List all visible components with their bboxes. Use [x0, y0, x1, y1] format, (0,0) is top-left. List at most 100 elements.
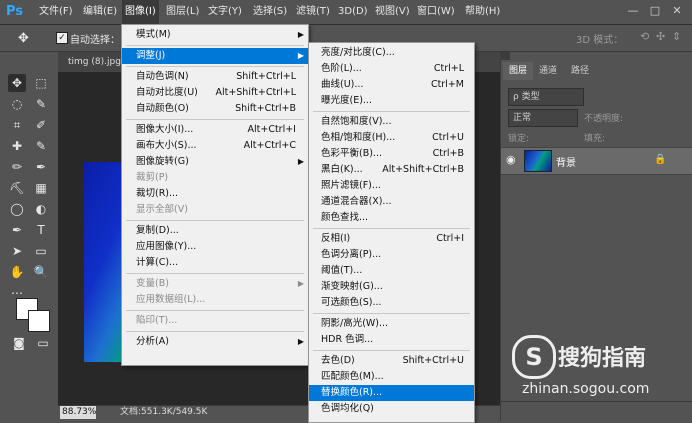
menu-item-shortcut: Shift+Ctrl+L: [236, 71, 296, 82]
dodge-tool-icon[interactable]: ◐: [32, 200, 50, 218]
visibility-eye-icon[interactable]: ◉: [506, 153, 516, 166]
close-icon[interactable]: ✕: [670, 4, 684, 18]
lasso-tool-icon[interactable]: ◌: [8, 95, 26, 113]
menu-item[interactable]: 自动色调(N) Shift+Ctrl+L: [122, 69, 308, 85]
menu-item[interactable]: 模式(M) ▶: [122, 27, 308, 43]
menu-item[interactable]: 图像大小(I)... Alt+Ctrl+I: [122, 122, 308, 138]
auto-select-checkbox[interactable]: ✓: [56, 32, 68, 44]
eyedropper-icon[interactable]: ✐: [32, 116, 50, 134]
menu-item[interactable]: 色相/饱和度(H)... Ctrl+U: [309, 130, 474, 146]
screen-mode-icon[interactable]: ▭: [34, 334, 52, 352]
menu-item-label: 图像大小(I)...: [136, 124, 194, 135]
brush-tool-icon[interactable]: ✎: [32, 137, 50, 155]
minimize-icon[interactable]: —: [626, 4, 640, 18]
menu-item[interactable]: 去色(D) Shift+Ctrl+U: [309, 353, 474, 369]
menu-item[interactable]: 色调分离(P)...: [309, 247, 474, 263]
3d-pan-icon[interactable]: ✣: [656, 30, 665, 43]
background-color-swatch[interactable]: [28, 310, 50, 332]
pen-tool-icon[interactable]: ✒: [8, 221, 26, 239]
menu-item[interactable]: 色阶(L)... Ctrl+L: [309, 61, 474, 77]
shape-tool-icon[interactable]: ▭: [32, 242, 50, 260]
menu-item[interactable]: 计算(C)...: [122, 255, 308, 271]
maximize-icon[interactable]: □: [648, 4, 662, 18]
submenu-arrow-icon: ▶: [297, 337, 304, 346]
menu-item[interactable]: 自动对比度(U) Alt+Shift+Ctrl+L: [122, 85, 308, 101]
menu-item[interactable]: 阈值(T)...: [309, 263, 474, 279]
eraser-tool-icon[interactable]: ⛏: [8, 179, 26, 197]
menu-item[interactable]: 图像旋转(G) ▶: [122, 154, 308, 170]
type-tool-icon[interactable]: T: [32, 221, 50, 239]
menu-9[interactable]: 窗口(W): [414, 0, 458, 24]
panel-tab-0[interactable]: 图层: [503, 62, 534, 80]
zoom-field[interactable]: 88.73%: [60, 406, 96, 419]
menu-5[interactable]: 选择(S): [250, 0, 290, 24]
menu-item[interactable]: 色彩平衡(B)... Ctrl+B: [309, 146, 474, 162]
menu-item[interactable]: 画布大小(S)... Alt+Ctrl+C: [122, 138, 308, 154]
menu-8[interactable]: 视图(V): [372, 0, 413, 24]
history-brush-icon[interactable]: ✒: [32, 158, 50, 176]
hand-tool-icon[interactable]: ✋: [8, 263, 26, 281]
path-select-icon[interactable]: ➤: [8, 242, 26, 260]
menu-item[interactable]: 黑白(K)... Alt+Shift+Ctrl+B: [309, 162, 474, 178]
menu-item[interactable]: 复制(D)...: [122, 223, 308, 239]
menu-item[interactable]: HDR 色调...: [309, 332, 474, 348]
document-tab[interactable]: timg (8).jpg: [62, 52, 127, 72]
menu-item[interactable]: 裁切(R)...: [122, 186, 308, 202]
menu-item-label: 画布大小(S)...: [136, 140, 197, 151]
watermark-url: zhinan.sogou.com: [522, 381, 650, 397]
fill-label: 填充:: [584, 134, 606, 144]
menu-2[interactable]: 图像(I): [122, 0, 159, 24]
panel-tab-1[interactable]: 通道: [533, 62, 563, 80]
menu-3[interactable]: 图层(L): [163, 0, 202, 24]
menu-item[interactable]: 应用图像(Y)...: [122, 239, 308, 255]
menu-4[interactable]: 文字(Y): [205, 0, 245, 24]
menu-item-label: 应用图像(Y)...: [136, 241, 197, 252]
menu-item[interactable]: 可选颜色(S)...: [309, 295, 474, 311]
menu-item[interactable]: 自然饱和度(V)...: [309, 114, 474, 130]
menu-item[interactable]: 自动颜色(O) Shift+Ctrl+B: [122, 101, 308, 117]
menu-item[interactable]: 分析(A) ▶: [122, 334, 308, 350]
menu-item[interactable]: 反相(I) Ctrl+I: [309, 231, 474, 247]
healing-brush-icon[interactable]: ✚: [8, 137, 26, 155]
menu-item[interactable]: 照片滤镜(F)...: [309, 178, 474, 194]
menu-item: 应用数据组(L)...: [122, 292, 308, 308]
gradient-tool-icon[interactable]: ▦: [32, 179, 50, 197]
clone-stamp-icon[interactable]: ✏: [8, 158, 26, 176]
blur-tool-icon[interactable]: ◯: [8, 200, 26, 218]
menu-1[interactable]: 编辑(E): [80, 0, 120, 24]
menu-10[interactable]: 帮助(H): [462, 0, 503, 24]
move-tool-icon[interactable]: ✥: [18, 31, 29, 46]
magic-wand-icon[interactable]: ✎: [32, 95, 50, 113]
menu-item[interactable]: 替换颜色(R)...: [309, 385, 474, 401]
3d-slide-icon[interactable]: ⇕: [672, 30, 681, 43]
menu-item-label: 渐变映射(G)...: [321, 281, 383, 292]
3d-orbit-icon[interactable]: ⟲: [640, 30, 649, 43]
layer-lock-icon: 🔒: [654, 154, 667, 165]
menu-item[interactable]: 匹配颜色(M)...: [309, 369, 474, 385]
menu-item[interactable]: 色调均化(Q): [309, 401, 474, 417]
menu-item[interactable]: 曲线(U)... Ctrl+M: [309, 77, 474, 93]
menu-7[interactable]: 3D(D): [335, 0, 371, 24]
menu-item[interactable]: 亮度/对比度(C)...: [309, 45, 474, 61]
panel-tab-2[interactable]: 路径: [565, 62, 595, 80]
quick-mask-icon[interactable]: ◙: [10, 334, 28, 352]
move-tool-icon[interactable]: ✥: [8, 74, 26, 92]
menu-separator: [126, 66, 304, 67]
menu-item[interactable]: 调整(J) ▶: [122, 48, 308, 64]
menu-item-label: 去色(D): [321, 355, 355, 366]
menu-item[interactable]: 颜色查找...: [309, 210, 474, 226]
sogou-logo-icon: S: [512, 335, 556, 379]
zoom-tool-icon[interactable]: 🔍: [32, 263, 50, 281]
watermark-brand: 搜狗指南: [558, 346, 647, 371]
marquee-tool-icon[interactable]: ⬚: [32, 74, 50, 92]
menu-item[interactable]: 阴影/高光(W)...: [309, 316, 474, 332]
menu-item-label: 自动色调(N): [136, 71, 189, 82]
menu-item[interactable]: 渐变映射(G)...: [309, 279, 474, 295]
menu-item[interactable]: 曝光度(E)...: [309, 93, 474, 109]
menu-6[interactable]: 滤镜(T): [293, 0, 333, 24]
crop-tool-icon[interactable]: ⌗: [8, 116, 26, 134]
menu-0[interactable]: 文件(F): [36, 0, 76, 24]
blend-mode-select[interactable]: 正常: [508, 109, 578, 127]
menu-item[interactable]: 通道混合器(X)...: [309, 194, 474, 210]
layer-kind-filter[interactable]: ρ 类型: [508, 88, 584, 106]
